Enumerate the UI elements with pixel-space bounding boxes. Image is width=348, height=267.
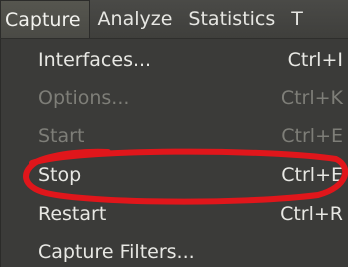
menu-item-label: Interfaces...: [38, 49, 152, 71]
menu-item-label: Stop: [38, 164, 82, 186]
menu-statistics[interactable]: Statistics: [180, 0, 283, 38]
menu-telephony-truncated[interactable]: T: [283, 0, 311, 38]
menubar: Capture Analyze Statistics T: [0, 0, 348, 39]
capture-dropdown-menu: Interfaces... Ctrl+I Options... Ctrl+K S…: [0, 39, 348, 267]
menu-item-options: Options... Ctrl+K: [1, 79, 348, 117]
menu-item-interfaces[interactable]: Interfaces... Ctrl+I: [1, 41, 348, 79]
app-window: Capture Analyze Statistics T Interfaces.…: [0, 0, 348, 267]
menu-item-start: Start Ctrl+E: [1, 117, 348, 155]
menu-item-label: Options...: [38, 87, 130, 109]
menu-item-shortcut: Ctrl+I: [287, 49, 343, 71]
menu-item-shortcut: Ctrl+K: [280, 87, 343, 109]
menu-item-restart[interactable]: Restart Ctrl+R: [1, 195, 348, 233]
menu-item-shortcut: Ctrl+E: [281, 164, 343, 186]
menu-item-label: Start: [38, 125, 85, 147]
menu-analyze[interactable]: Analyze: [90, 0, 181, 38]
menu-item-capture-filters[interactable]: Capture Filters...: [1, 233, 348, 267]
menu-capture[interactable]: Capture: [0, 0, 90, 38]
menu-item-stop[interactable]: Stop Ctrl+E: [1, 156, 348, 194]
menu-item-shortcut: Ctrl+E: [281, 125, 343, 147]
menu-item-shortcut: Ctrl+R: [280, 203, 343, 225]
menu-item-label: Restart: [38, 203, 107, 225]
menu-item-label: Capture Filters...: [38, 241, 195, 263]
